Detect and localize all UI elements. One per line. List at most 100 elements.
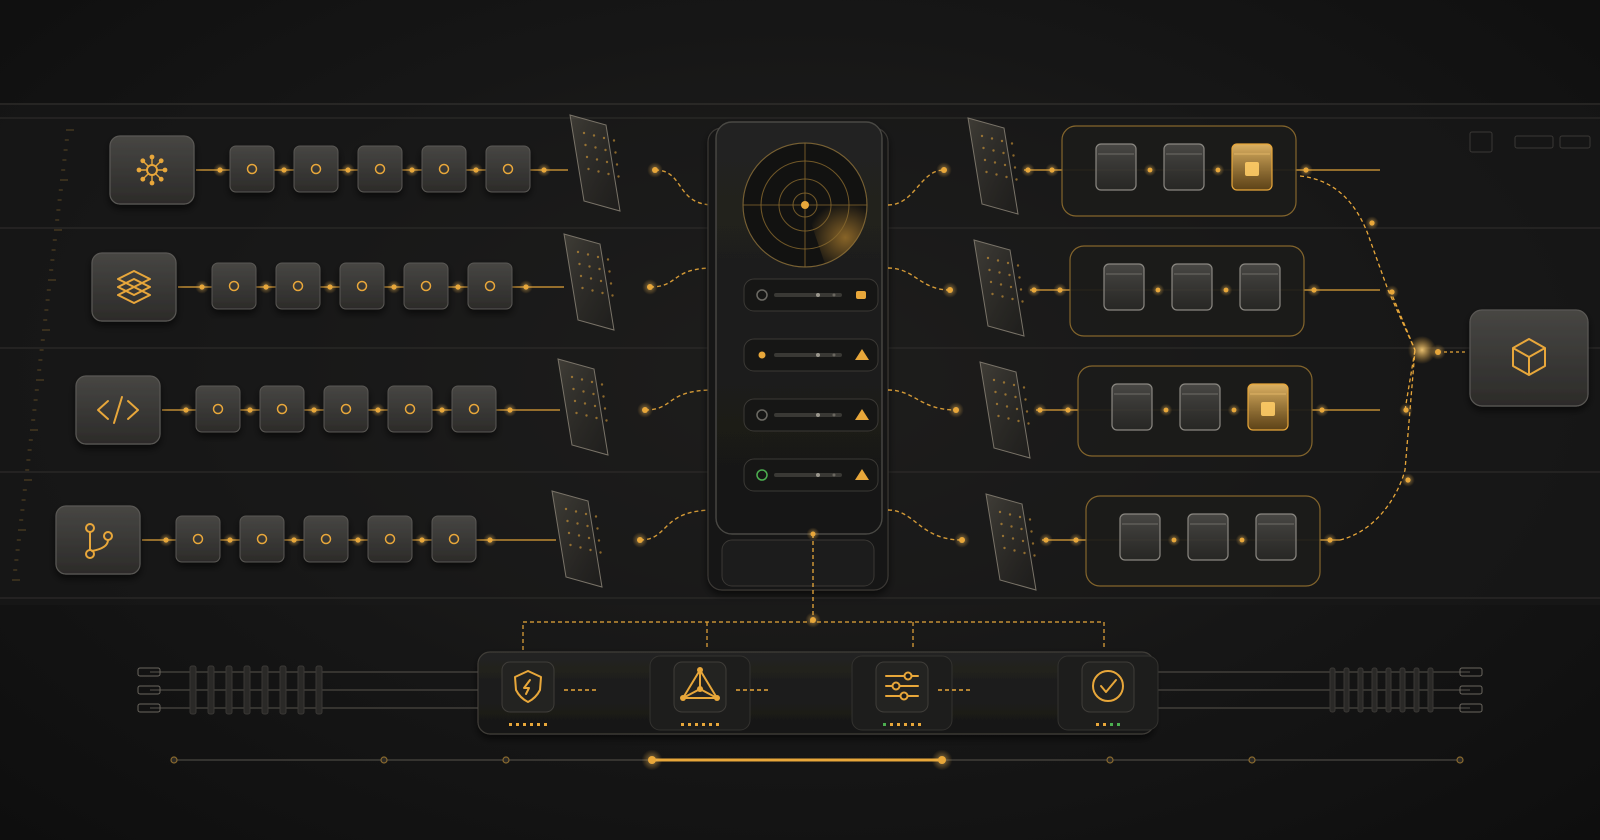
pipeline-step-body[interactable] bbox=[211, 262, 257, 310]
pipeline-step[interactable] bbox=[387, 385, 433, 433]
cube-face[interactable] bbox=[1163, 143, 1205, 191]
pipeline-step[interactable] bbox=[339, 262, 385, 310]
glass-grid-dot bbox=[1010, 525, 1013, 528]
pipeline-step-body[interactable] bbox=[485, 145, 531, 193]
data-cube[interactable] bbox=[1111, 383, 1153, 431]
highlighted-cube[interactable] bbox=[1247, 383, 1289, 431]
glass-grid-dot bbox=[1002, 151, 1005, 155]
cube-face[interactable] bbox=[1095, 143, 1137, 191]
pipeline-step-body[interactable] bbox=[275, 262, 321, 310]
data-cube[interactable] bbox=[1171, 263, 1213, 311]
pipeline-step-body[interactable] bbox=[303, 515, 349, 563]
target-tile[interactable] bbox=[1469, 309, 1589, 407]
data-cube[interactable] bbox=[1119, 513, 1161, 561]
pipeline-step[interactable] bbox=[175, 515, 221, 563]
timeline-marker[interactable] bbox=[1248, 756, 1256, 764]
pipeline-step-body[interactable] bbox=[239, 515, 285, 563]
pipeline-step[interactable] bbox=[451, 385, 497, 433]
pipeline-step-body[interactable] bbox=[421, 145, 467, 193]
glass-grid-dot bbox=[1028, 518, 1032, 521]
pipeline-step[interactable] bbox=[357, 145, 403, 193]
data-cube[interactable] bbox=[1239, 263, 1281, 311]
timeline-marker[interactable] bbox=[502, 756, 510, 764]
pipeline-step[interactable] bbox=[403, 262, 449, 310]
highlighted-cube[interactable] bbox=[1231, 143, 1273, 191]
cube-face[interactable] bbox=[1103, 263, 1145, 311]
pipeline-step[interactable] bbox=[259, 385, 305, 433]
cube-group bbox=[1077, 365, 1313, 457]
pipeline-step-body[interactable] bbox=[339, 262, 385, 310]
data-cube[interactable] bbox=[1103, 263, 1145, 311]
data-cube[interactable] bbox=[1095, 143, 1137, 191]
pipeline-step[interactable] bbox=[293, 145, 339, 193]
pipeline-step[interactable] bbox=[421, 145, 467, 193]
connector-dot bbox=[1369, 220, 1375, 226]
status-row[interactable] bbox=[743, 458, 879, 492]
glass-grid-dot bbox=[578, 262, 581, 266]
cube-face[interactable] bbox=[1111, 383, 1153, 431]
glass-grid-dot bbox=[577, 534, 581, 537]
cube-face[interactable] bbox=[1255, 513, 1297, 561]
pipeline-step-body[interactable] bbox=[357, 145, 403, 193]
timeline-marker[interactable] bbox=[170, 756, 178, 764]
pipeline-step[interactable] bbox=[467, 262, 513, 310]
data-cube[interactable] bbox=[1163, 143, 1205, 191]
connector-dot bbox=[1231, 407, 1237, 413]
pipeline-step-body[interactable] bbox=[431, 515, 477, 563]
status-dot bbox=[716, 723, 719, 726]
connector-dot bbox=[247, 407, 253, 413]
status-dot bbox=[523, 723, 526, 726]
cube-face[interactable] bbox=[1119, 513, 1161, 561]
glass-grid-dot bbox=[586, 524, 589, 528]
data-cube[interactable] bbox=[1255, 513, 1297, 561]
connector-dot bbox=[1163, 407, 1169, 413]
pipeline-step[interactable] bbox=[211, 262, 257, 310]
glass-grid-dot bbox=[589, 548, 592, 552]
cube-face[interactable] bbox=[1171, 263, 1213, 311]
pipeline-step-body[interactable] bbox=[229, 145, 275, 193]
pipeline-step-body[interactable] bbox=[387, 385, 433, 433]
pipeline-step[interactable] bbox=[239, 515, 285, 563]
status-row[interactable] bbox=[743, 398, 879, 432]
glass-grid-dot bbox=[1002, 381, 1006, 384]
glass-grid-dot bbox=[570, 375, 574, 379]
pipeline-step-body[interactable] bbox=[403, 262, 449, 310]
connector-dot bbox=[1223, 287, 1229, 293]
cube-face[interactable] bbox=[1179, 383, 1221, 431]
pipeline-step-body[interactable] bbox=[175, 515, 221, 563]
timeline-marker[interactable] bbox=[1456, 756, 1464, 764]
pipeline-step[interactable] bbox=[323, 385, 369, 433]
connector-dot bbox=[1311, 287, 1317, 293]
timeline-marker[interactable] bbox=[380, 756, 388, 764]
pipeline-step-body[interactable] bbox=[293, 145, 339, 193]
glass-grid-dot bbox=[576, 250, 580, 254]
pipeline-step-body[interactable] bbox=[195, 385, 241, 433]
pipeline-step[interactable] bbox=[485, 145, 531, 193]
cube-face[interactable] bbox=[1187, 513, 1229, 561]
status-dot bbox=[1117, 723, 1120, 726]
cube-face[interactable] bbox=[1239, 263, 1281, 311]
control-module[interactable] bbox=[1057, 655, 1159, 731]
timeline-marker[interactable] bbox=[1106, 756, 1114, 764]
pipeline-step-body[interactable] bbox=[367, 515, 413, 563]
glass-grid-dot bbox=[579, 546, 582, 549]
pipeline-step-body[interactable] bbox=[467, 262, 513, 310]
status-row[interactable] bbox=[743, 338, 879, 372]
pipeline-step-body[interactable] bbox=[323, 385, 369, 433]
pipeline-step[interactable] bbox=[303, 515, 349, 563]
status-row[interactable] bbox=[743, 278, 879, 312]
glass-grid-dot bbox=[592, 134, 596, 137]
pipeline-step-body[interactable] bbox=[259, 385, 305, 433]
glass-grid-dot bbox=[1012, 383, 1016, 387]
data-cube[interactable] bbox=[1179, 383, 1221, 431]
pipeline-step-body[interactable] bbox=[451, 385, 497, 433]
data-cube[interactable] bbox=[1187, 513, 1229, 561]
pipeline-step[interactable] bbox=[195, 385, 241, 433]
glass-grid-dot bbox=[597, 539, 601, 542]
glass-grid-dot bbox=[587, 536, 591, 540]
pipeline-step[interactable] bbox=[229, 145, 275, 193]
pipeline-step[interactable] bbox=[367, 515, 413, 563]
radar-icon bbox=[742, 142, 868, 268]
pipeline-step[interactable] bbox=[275, 262, 321, 310]
pipeline-step[interactable] bbox=[431, 515, 477, 563]
